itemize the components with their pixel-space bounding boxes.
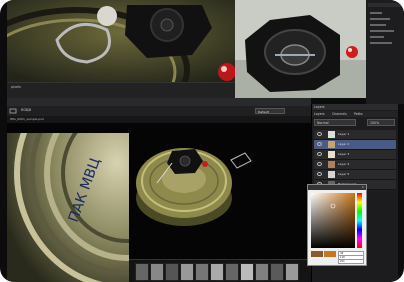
tab-channels[interactable]: Channels <box>332 112 347 116</box>
blue-value: 201 <box>340 259 345 263</box>
layer-name: Layer 3 <box>338 152 350 156</box>
layer-thumbnail <box>328 161 335 168</box>
crosshair-icon <box>330 203 336 209</box>
opacity-field[interactable]: 100% <box>367 119 395 126</box>
layer-row[interactable]: Layer 3 <box>314 150 396 160</box>
thumbnail[interactable] <box>270 263 284 281</box>
layer-thumbnail <box>328 151 335 158</box>
thumbnail[interactable] <box>180 263 194 281</box>
photo-top-right <box>235 0 366 98</box>
thumbnail[interactable] <box>225 263 239 281</box>
thumbnail[interactable] <box>195 263 209 281</box>
thumbnail[interactable] <box>165 263 179 281</box>
thumbnail[interactable] <box>285 263 299 281</box>
panel-strip-top <box>366 0 404 104</box>
thumbnail[interactable] <box>150 263 164 281</box>
blend-mode-select[interactable]: Normal <box>314 119 356 126</box>
status-text: pixels <box>11 85 21 89</box>
photo-bottom-left: ПАК МВЦ <box>7 133 129 282</box>
eye-icon[interactable] <box>317 142 322 146</box>
color-picker-titlebar: Color Picker × <box>308 185 366 201</box>
document-tab[interactable]: IMG_0001_sample.psd <box>10 117 44 121</box>
blend-mode-value: Normal <box>317 120 329 125</box>
layer-name: Layer 2 <box>338 142 350 146</box>
eye-icon[interactable] <box>317 132 322 136</box>
layer-thumbnail <box>328 131 335 138</box>
move-tool-icon[interactable] <box>9 108 17 114</box>
thumbnail-filmstrip <box>129 259 311 282</box>
previous-color-swatch <box>311 251 323 257</box>
app-window: pixels File Edit Image Layer Select Filt… <box>0 0 404 282</box>
layer-name: Layer 4 <box>338 162 350 166</box>
mode-label: RGB/8 <box>21 108 31 112</box>
tab-paths[interactable]: Paths <box>354 112 363 116</box>
layer-thumbnail <box>328 171 335 178</box>
eye-icon[interactable] <box>317 172 322 176</box>
thumbnail[interactable] <box>240 263 254 281</box>
layer-row[interactable]: Layer 4 <box>314 160 396 170</box>
blue-field[interactable]: 201 <box>338 259 364 264</box>
tab-layers[interactable]: Layers <box>314 112 325 116</box>
eye-icon[interactable] <box>317 152 322 156</box>
preset-dropdown[interactable]: Default <box>255 107 285 114</box>
status-bar: pixels <box>7 82 235 99</box>
layers-panel-title: Layers <box>314 105 325 109</box>
thumbnail[interactable] <box>255 263 269 281</box>
opacity-value: 100% <box>370 120 380 125</box>
photo-top-left <box>7 0 235 82</box>
layers-tab-strip: Layers Channels Paths <box>312 111 398 117</box>
eye-icon[interactable] <box>317 162 322 166</box>
layer-row[interactable]: Layer 5 <box>314 170 396 180</box>
layer-name: Layer 1 <box>338 132 350 136</box>
layers-panel-header: Layers <box>312 104 398 110</box>
color-picker-dialog: Color Picker × 36 118 201 <box>307 184 367 266</box>
new-color-swatch <box>324 251 336 257</box>
document-tab-bar: IMG_0001_sample.psd <box>7 116 311 123</box>
thumbnail[interactable] <box>210 263 224 281</box>
thumbnail[interactable] <box>135 263 149 281</box>
saturation-value-field[interactable] <box>311 193 355 248</box>
layer-row[interactable]: Layer 1 <box>314 130 396 140</box>
layer-row-selected[interactable]: Layer 2 <box>314 140 396 150</box>
hue-slider[interactable] <box>357 193 362 248</box>
layer-name: Layer 5 <box>338 172 350 176</box>
close-icon[interactable]: × <box>361 185 364 190</box>
layer-thumbnail <box>328 141 335 148</box>
